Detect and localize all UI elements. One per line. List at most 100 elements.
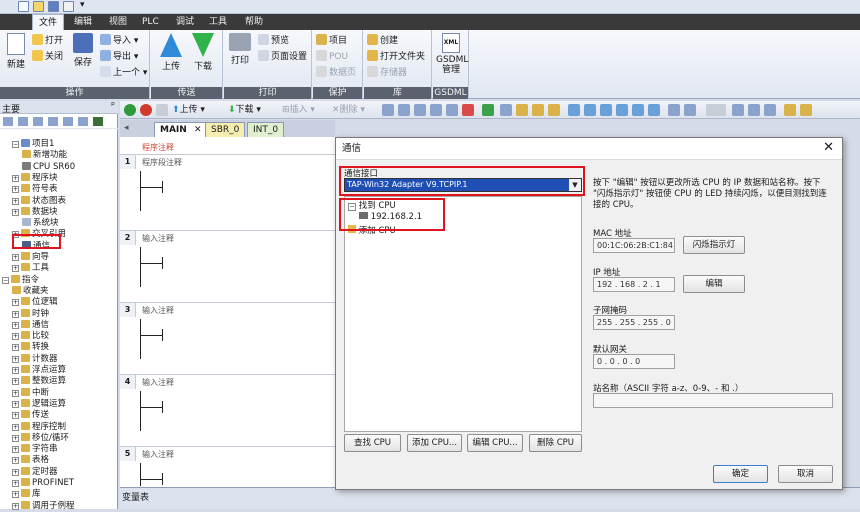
ladder-rung[interactable]: 4 输入注释 [120, 374, 335, 446]
page-setup-button[interactable]: 页面设置 [258, 50, 307, 64]
ladder-editor[interactable]: 程序注释 1 程序段注释 2 输入注释 3 输入注释 4 输入注释 5 输入注释 [120, 137, 335, 487]
tree-item[interactable]: + 整数运算 [12, 376, 66, 387]
ladder-rung[interactable]: 5 输入注释 [120, 446, 335, 487]
expand-icon[interactable]: + [12, 400, 19, 408]
expand-icon[interactable]: + [12, 186, 19, 194]
found-cpu-node[interactable]: − 找到 CPU [348, 199, 396, 211]
tab-int0[interactable]: INT_0 [247, 122, 285, 137]
close-icon[interactable]: ✕ [823, 141, 834, 155]
tree-item[interactable]: + 浮点运算 [12, 365, 66, 376]
import-button[interactable]: 导入 ▾ [100, 34, 138, 48]
station-name-field[interactable] [593, 393, 833, 408]
rung-comment[interactable]: 输入注释 [142, 305, 174, 316]
tree-item[interactable]: + 移位/循环 [12, 432, 69, 444]
expand-icon[interactable]: + [12, 299, 19, 307]
menu-view[interactable]: 视图 [103, 14, 133, 30]
ladder-rung[interactable]: 1 程序段注释 [120, 154, 335, 230]
toolbar-icon-y[interactable] [800, 104, 812, 116]
tree-item[interactable]: + 时钟 [12, 308, 49, 320]
edit-button[interactable]: 编辑 [683, 275, 745, 293]
download-button[interactable]: 下载 [189, 33, 217, 72]
pin-icon[interactable]: ᵖ [111, 101, 115, 111]
toolbar-icon-m[interactable] [584, 104, 596, 116]
tree-item[interactable]: + 向导 [12, 252, 49, 263]
delete-cpu-button[interactable]: 删除 CPU [529, 434, 582, 452]
tree-item[interactable]: + 定时器 [12, 466, 58, 478]
quick-access-dropdown-icon[interactable]: ▾ [80, 0, 85, 10]
open-folder-button[interactable]: 打开文件夹 [367, 50, 425, 64]
view-icon-2[interactable] [18, 117, 28, 126]
toolbar-icon-b[interactable] [398, 104, 410, 116]
tree-item[interactable]: + 程序控制 [12, 421, 66, 433]
expand-icon[interactable]: + [12, 254, 19, 261]
tree-item[interactable]: + 计数器 [12, 353, 58, 365]
tree-item[interactable]: − 指令 [2, 274, 39, 286]
menu-plc[interactable]: PLC [136, 14, 165, 30]
toolbar-icon-o[interactable] [616, 104, 628, 116]
expand-icon[interactable]: + [12, 321, 19, 329]
tab-sbr0[interactable]: SBR_0 [205, 122, 246, 137]
toolbar-icon-w[interactable] [764, 104, 776, 116]
interface-select[interactable]: TAP-Win32 Adapter V9.TCPIP.1 ▼ [344, 178, 582, 192]
save-button[interactable]: 保存 [70, 33, 96, 68]
toolbar-icon-l[interactable] [568, 104, 580, 116]
toolbar-icon-c[interactable] [414, 104, 426, 116]
expand-icon[interactable]: + [12, 208, 19, 216]
tree-item[interactable]: 系统块 [22, 218, 59, 229]
toolbar-icon-d[interactable] [430, 104, 442, 116]
open-folder-icon[interactable] [33, 1, 44, 12]
expand-icon[interactable]: + [12, 197, 19, 205]
toolbar-icon-k[interactable] [548, 104, 560, 116]
flash-led-button[interactable]: 闪烁指示灯 [683, 236, 745, 254]
new-button[interactable]: 新建 [3, 33, 29, 70]
toolbar-icon-n[interactable] [600, 104, 612, 116]
tree-item[interactable]: + 表格 [12, 455, 49, 466]
tree-item[interactable]: CPU SR60 [22, 161, 75, 173]
tree-item[interactable]: + 传送 [12, 410, 49, 421]
toolbar-delete-button[interactable]: ✕删除 ▾ [332, 103, 365, 117]
ladder-rung[interactable]: 3 输入注释 [120, 302, 335, 374]
toolbar-icon-f[interactable] [462, 104, 474, 116]
tree-item[interactable]: + 逻辑运算 [12, 398, 66, 410]
expand-icon[interactable]: + [12, 333, 19, 341]
tree-item[interactable]: 通信 [22, 240, 50, 252]
collapse-icon[interactable]: − [348, 203, 356, 211]
project-protect-button[interactable]: 项目 [316, 34, 347, 48]
chevron-down-icon[interactable]: ▼ [569, 179, 581, 191]
expand-icon[interactable]: + [12, 389, 19, 397]
toolbar-icon-h[interactable] [500, 104, 512, 116]
tree-item[interactable]: + 转换 [12, 342, 49, 353]
expand-icon[interactable]: + [12, 344, 19, 352]
view-icon-5[interactable] [63, 117, 73, 126]
cpu-ip-node[interactable]: 192.168.2.1 [359, 212, 422, 222]
tree-item[interactable]: + 状态图表 [12, 195, 66, 207]
menu-file[interactable]: 文件 [32, 14, 65, 31]
tree-item[interactable]: + 位逻辑 [12, 297, 58, 308]
stop-icon[interactable] [140, 104, 152, 116]
expand-icon[interactable]: + [12, 468, 19, 476]
view-icon-6[interactable] [78, 117, 88, 126]
edit-cpu-button[interactable]: 编辑 CPU... [467, 434, 523, 452]
variable-table-bar[interactable]: 变量表 [120, 487, 860, 509]
tab-main[interactable]: MAIN ✕ [154, 122, 208, 137]
open-button[interactable]: 打开 [32, 34, 63, 48]
run-icon[interactable] [124, 104, 136, 116]
rung-comment[interactable]: 输入注释 [142, 233, 174, 244]
menu-edit[interactable]: 编辑 [68, 14, 98, 30]
expand-icon[interactable]: + [12, 174, 19, 182]
tree-item[interactable]: + 调用子例程 [12, 500, 75, 512]
toolbar-icon-a[interactable] [382, 104, 394, 116]
tree-item[interactable]: + 中断 [12, 387, 49, 399]
expand-icon[interactable]: + [12, 412, 19, 420]
view-icon-4[interactable] [48, 117, 58, 126]
tab-scroll-left-icon[interactable]: ◂ [124, 123, 129, 133]
tree-item[interactable]: + 字符串 [12, 444, 58, 455]
find-cpu-button[interactable]: 查找 CPU [344, 434, 401, 452]
tree-item[interactable]: 新增功能 [22, 150, 67, 161]
menu-help[interactable]: 帮助 [239, 14, 269, 30]
toolbar-icon-s[interactable] [684, 104, 696, 116]
new-file-icon[interactable] [18, 1, 29, 12]
view-icon-1[interactable] [3, 117, 13, 126]
tree-item[interactable]: + 符号表 [12, 184, 58, 195]
expand-icon[interactable]: + [12, 457, 19, 465]
